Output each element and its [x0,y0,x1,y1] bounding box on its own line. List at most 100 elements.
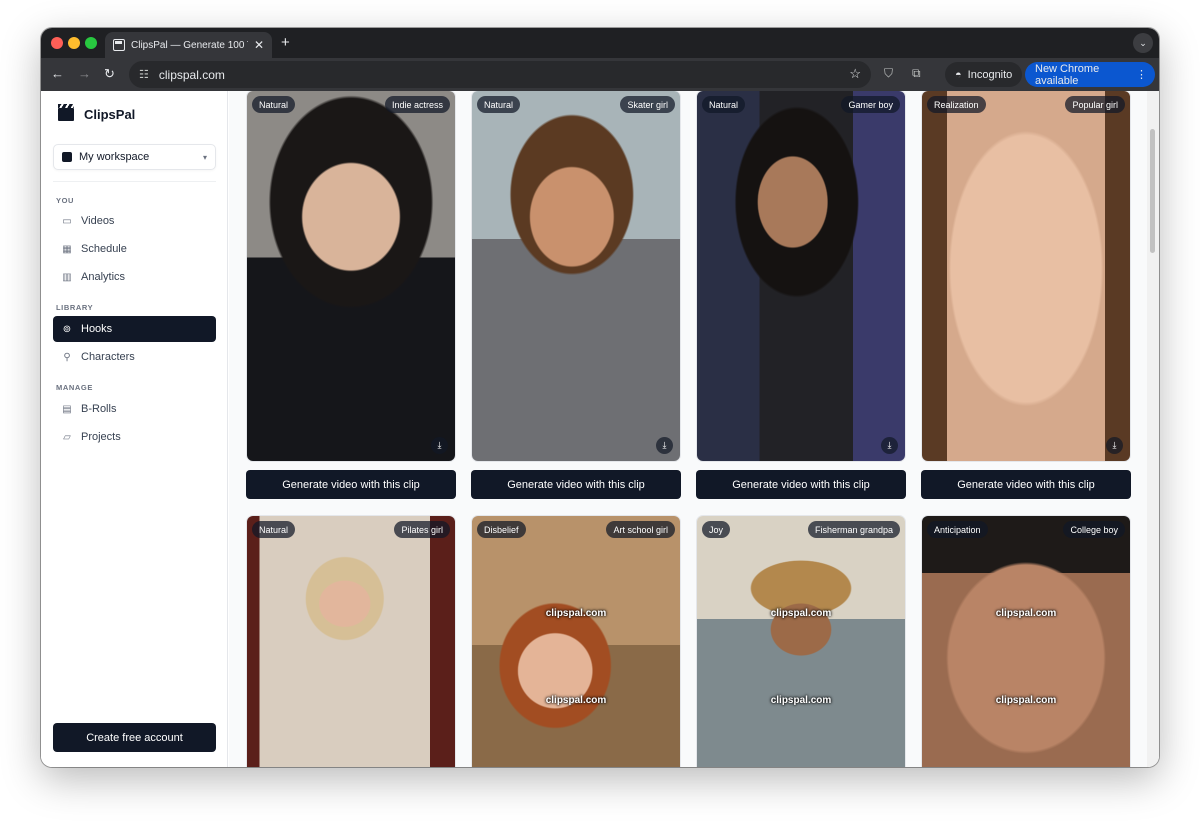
forward-icon[interactable]: → [78,66,91,81]
clip-card[interactable]: Natural Pilates girl [246,515,456,767]
workspace-label: My workspace [79,151,150,163]
emotion-badge: Joy [702,521,731,538]
emotion-badge: Anticipation [927,521,988,538]
download-icon[interactable]: ⤓ [1106,437,1123,454]
clip-card[interactable]: Disbelief Art school girl clipspal.com c… [471,515,681,767]
watermark-text: clipspal.com [545,695,607,706]
divider [53,181,216,182]
chart-icon: ▥ [62,271,72,283]
sidebar-item-schedule[interactable]: ▦ Schedule [53,236,216,262]
brand-name: ClipsPal [84,107,136,122]
emotion-badge: Natural [702,96,746,113]
clip-thumbnail[interactable] [922,91,1130,461]
site-info-icon[interactable]: ☷ [139,68,149,81]
character-badge: Art school girl [606,521,675,538]
watermark-text: clipspal.com [995,608,1057,619]
emotion-badge: Natural [252,521,296,538]
clip-card[interactable]: Realization Popular girl ⤓ [921,91,1131,462]
section-manage: MANAGE [56,383,93,392]
clapperboard-icon [58,104,74,121]
back-icon[interactable]: ← [51,66,64,81]
calendar-icon: ▦ [62,243,72,255]
download-icon[interactable]: ⤓ [656,437,673,454]
browser-toolbar: ← → ↻ ☷ clipspal.com ☆ ⛉ ⧉ ◓ Incognito N… [41,58,1159,91]
brand[interactable]: ClipsPal [58,104,136,122]
extensions-puzzle-icon[interactable]: ⧉ [912,66,921,81]
workspace-selector[interactable]: My workspace ▾ [53,144,216,170]
reload-icon[interactable]: ↻ [104,66,115,82]
kebab-menu-icon[interactable]: ⋮ [1136,68,1147,81]
sidebar: ClipsPal My workspace ▾ YOU ▭ Videos ▦ S… [41,91,228,767]
clip-card[interactable]: Natural Skater girl ⤓ [471,91,681,462]
emotion-badge: Disbelief [477,521,526,538]
character-badge: Indie actress [384,96,450,113]
sidebar-item-label: Schedule [81,243,127,255]
page-content: ClipsPal My workspace ▾ YOU ▭ Videos ▦ S… [41,91,1159,767]
clip-card[interactable]: Natural Indie actress ⤓ [246,91,456,462]
minimize-window-button[interactable] [68,37,80,49]
video-icon: ▭ [62,215,72,227]
clip-card[interactable]: Natural Gamer boy ⤓ [696,91,906,462]
sidebar-item-b-rolls[interactable]: ▤ B-Rolls [53,396,216,422]
clip-thumbnail[interactable] [247,516,455,767]
sidebar-item-characters[interactable]: ⚲ Characters [53,344,216,370]
sidebar-item-projects[interactable]: ▱ Projects [53,424,216,450]
url-text: clipspal.com [158,67,225,82]
folder-icon: ▱ [63,431,71,443]
sidebar-item-label: Projects [81,431,121,443]
scrollbar[interactable] [1147,91,1159,767]
clip-thumbnail[interactable] [697,91,905,461]
sidebar-item-label: Hooks [81,323,113,335]
user-icon: ⚲ [63,351,71,363]
generate-video-button[interactable]: Generate video with this clip [246,470,456,499]
close-tab-icon[interactable]: ✕ [254,38,264,52]
clip-card[interactable]: Anticipation College boy clipspal.com cl… [921,515,1131,767]
sidebar-item-label: B-Rolls [81,403,117,415]
sidebar-item-videos[interactable]: ▭ Videos [53,208,216,234]
emotion-badge: Realization [927,96,986,113]
character-badge: Skater girl [620,96,675,113]
new-chrome-available-button[interactable]: New Chrome available ⋮ [1025,62,1155,87]
tab-strip: ClipsPal — Generate 100 TikT ✕ + ⌄ [41,28,1159,58]
download-icon[interactable]: ⤓ [881,437,898,454]
incognito-label: Incognito [967,68,1013,81]
watermark-text: clipspal.com [545,608,607,619]
sidebar-item-analytics[interactable]: ▥ Analytics [53,264,216,290]
bookmark-star-icon[interactable]: ☆ [849,66,861,82]
shield-extension-icon[interactable]: ⛉ [884,66,893,81]
sidebar-item-hooks[interactable]: ⊚ Hooks [53,316,216,342]
download-icon[interactable]: ⤓ [431,437,448,454]
sidebar-item-label: Characters [81,351,135,363]
address-bar[interactable]: ☷ clipspal.com ☆ [129,61,871,88]
sidebar-item-label: Analytics [81,271,126,283]
clip-card[interactable]: Joy Fisherman grandpa clipspal.com clips… [696,515,906,767]
clip-thumbnail[interactable] [472,516,680,767]
clip-thumbnail[interactable] [697,516,905,767]
tab-search-icon[interactable]: ⌄ [1133,33,1153,53]
close-window-button[interactable] [51,37,63,49]
new-tab-icon[interactable]: + [281,34,290,51]
scrollbar-thumb[interactable] [1150,129,1155,253]
section-library: LIBRARY [56,303,94,312]
chevron-down-icon: ▾ [202,152,207,162]
emotion-badge: Natural [477,96,521,113]
character-badge: Gamer boy [841,96,900,113]
generate-video-button[interactable]: Generate video with this clip [921,470,1131,499]
character-badge: Fisherman grandpa [807,521,900,538]
tab-title: ClipsPal — Generate 100 TikT [131,39,248,51]
watermark-text: clipspal.com [770,695,832,706]
clip-thumbnail[interactable] [922,516,1130,767]
browser-window: ClipsPal — Generate 100 TikT ✕ + ⌄ ← → ↻… [41,28,1159,767]
new-chrome-label: New Chrome available [1035,62,1100,87]
character-badge: College boy [1063,521,1125,538]
generate-video-button[interactable]: Generate video with this clip [696,470,906,499]
clip-thumbnail[interactable] [472,91,680,461]
create-free-account-button[interactable]: Create free account [53,723,216,752]
incognito-indicator[interactable]: ◓ Incognito [945,62,1023,87]
clip-thumbnail[interactable] [247,91,455,461]
character-badge: Pilates girl [394,521,450,538]
maximize-window-button[interactable] [85,37,97,49]
emotion-badge: Natural [252,96,296,113]
generate-video-button[interactable]: Generate video with this clip [471,470,681,499]
browser-tab[interactable]: ClipsPal — Generate 100 TikT ✕ [105,32,272,58]
